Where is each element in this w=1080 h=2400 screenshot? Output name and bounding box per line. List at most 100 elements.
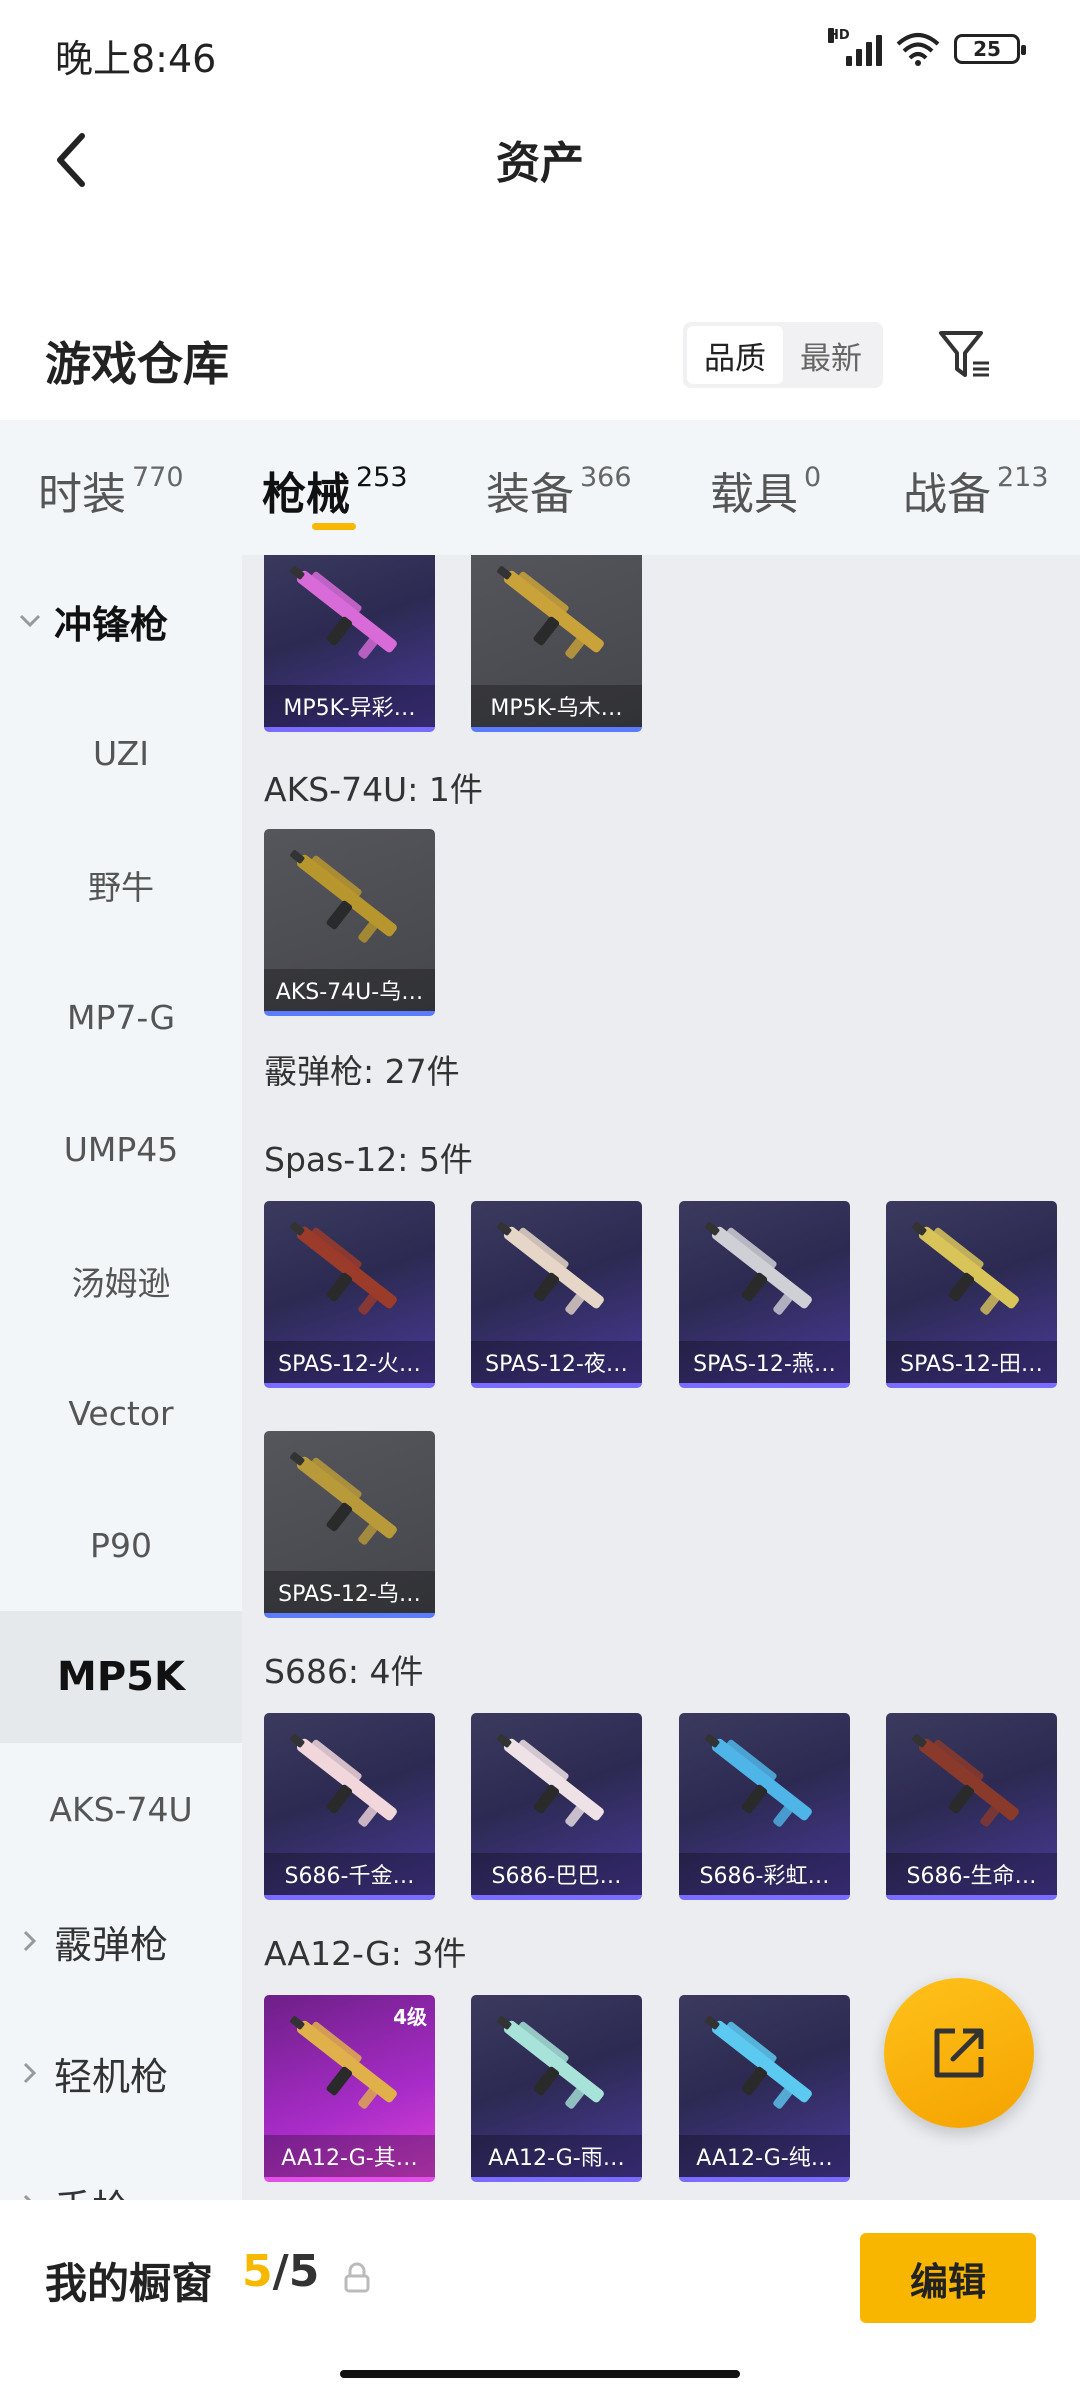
lock-icon	[344, 2262, 370, 2293]
group-title: 霰弹枪: 27件	[264, 1052, 460, 1091]
tab-count: 213	[997, 462, 1049, 493]
item-card[interactable]: SPAS-12-燕…	[679, 1201, 850, 1388]
item-grid: MP5K-异彩… MP5K-乌木… AKS-74U: 1件 AKS-74U-乌……	[242, 555, 1080, 2200]
weapon-image	[705, 2016, 812, 2109]
item-label: S686-彩虹…	[679, 1853, 850, 1895]
sidebar-item-thompson[interactable]: 汤姆逊	[0, 1215, 242, 1347]
item-label: SPAS-12-火…	[264, 1341, 435, 1383]
tab-fashion[interactable]: 时装 770	[38, 458, 184, 522]
page-title: 资产	[496, 138, 584, 189]
showcase-label: 我的橱窗	[45, 2259, 214, 2308]
sidebar-group-label: 霰弹枪	[54, 1922, 169, 1967]
weapon-image	[497, 566, 604, 659]
tab-label: 战备	[903, 469, 991, 520]
sort-toggle: 品质 最新	[683, 322, 883, 388]
item-label: MP5K-乌木…	[471, 685, 642, 727]
sidebar-item-mp5k[interactable]: MP5K	[0, 1611, 242, 1743]
status-bar: 晚上8:46 HD 25	[0, 0, 1080, 105]
sort-quality-button[interactable]: 品质	[687, 326, 783, 384]
tab-vehicles[interactable]: 载具 0	[710, 458, 821, 522]
home-indicator	[340, 2370, 740, 2378]
item-card[interactable]: SPAS-12-乌…	[264, 1431, 435, 1618]
item-card[interactable]: S686-生命…	[886, 1713, 1057, 1900]
item-card[interactable]: SPAS-12-田…	[886, 1201, 1057, 1388]
sidebar-item-vector[interactable]: Vector	[0, 1347, 242, 1479]
tab-label: 装备	[486, 469, 574, 520]
tab-guns[interactable]: 枪械 253	[262, 458, 408, 522]
item-label: SPAS-12-乌…	[264, 1571, 435, 1613]
item-label: AKS-74U-乌…	[264, 969, 435, 1011]
sidebar-group-smg[interactable]: 冲锋枪	[0, 555, 242, 687]
showcase-current: 5	[242, 2246, 273, 2297]
sidebar-group-label: 轻机枪	[54, 2054, 169, 2099]
tab-label: 枪械	[262, 469, 350, 520]
tab-indicator	[312, 523, 356, 530]
sidebar-item-p90[interactable]: P90	[0, 1479, 242, 1611]
status-icons: HD 25	[828, 28, 1026, 66]
sidebar-group-label: 手枪	[54, 2178, 130, 2201]
level-badge: 4级	[393, 2005, 427, 2029]
tab-supplies[interactable]: 战备 213	[903, 458, 1049, 522]
weapon-image	[705, 1734, 812, 1827]
battery-level: 25	[973, 37, 1001, 61]
share-button[interactable]	[884, 1978, 1034, 2128]
tab-count: 366	[580, 462, 632, 493]
sidebar-group-pistol[interactable]: 手枪	[0, 2139, 242, 2200]
item-label: S686-千金…	[264, 1853, 435, 1895]
weapon-image	[497, 1734, 604, 1827]
weapon-image	[290, 566, 397, 659]
sidebar-item-mp7g[interactable]: MP7-G	[0, 951, 242, 1083]
item-card[interactable]: 4级 AA12-G-其…	[264, 1995, 435, 2182]
warehouse-title: 游戏仓库	[45, 337, 229, 391]
item-card[interactable]: AA12-G-纯…	[679, 1995, 850, 2182]
item-label: SPAS-12-夜…	[471, 1341, 642, 1383]
showcase-bar: 我的橱窗 5/5 编辑	[0, 2200, 1080, 2400]
item-card[interactable]: AA12-G-雨…	[471, 1995, 642, 2182]
sidebar-item-uzi[interactable]: UZI	[0, 687, 242, 819]
item-label: SPAS-12-田…	[886, 1341, 1057, 1383]
edit-button[interactable]: 编辑	[860, 2233, 1036, 2323]
item-card[interactable]: AKS-74U-乌…	[264, 829, 435, 1016]
item-card[interactable]: MP5K-乌木…	[471, 555, 642, 732]
item-label: AA12-G-其…	[264, 2135, 435, 2177]
chevron-right-icon	[18, 2061, 42, 2085]
weapon-image	[290, 850, 397, 943]
sidebar-item-aks74u[interactable]: AKS-74U	[0, 1743, 242, 1875]
weapon-image	[705, 1222, 812, 1315]
tab-count: 770	[132, 462, 184, 493]
sidebar-item-ump45[interactable]: UMP45	[0, 1083, 242, 1215]
item-card[interactable]: S686-千金…	[264, 1713, 435, 1900]
tab-equipment[interactable]: 装备 366	[486, 458, 632, 522]
item-card[interactable]: SPAS-12-火…	[264, 1201, 435, 1388]
sidebar-group-label: 冲锋枪	[54, 602, 169, 647]
weapon-image	[912, 1734, 1019, 1827]
sidebar-group-shotgun[interactable]: 霰弹枪	[0, 1875, 242, 2007]
sidebar-item-bizon[interactable]: 野牛	[0, 819, 242, 951]
filter-icon	[939, 331, 989, 377]
tab-label: 载具	[710, 469, 798, 520]
weapon-sidebar: 冲锋枪 UZI 野牛 MP7-G UMP45 汤姆逊 Vector P90 MP…	[0, 555, 242, 2200]
chevron-down-icon	[18, 609, 42, 633]
item-card[interactable]: SPAS-12-夜…	[471, 1201, 642, 1388]
filter-button[interactable]	[930, 322, 1000, 388]
weapon-image	[290, 1734, 397, 1827]
share-icon	[934, 2028, 984, 2078]
chevron-right-icon	[18, 2193, 42, 2200]
item-card[interactable]: S686-彩虹…	[679, 1713, 850, 1900]
battery-icon: 25	[954, 34, 1026, 64]
group-title: AKS-74U: 1件	[264, 770, 483, 809]
weapon-image	[497, 2016, 604, 2109]
item-label: S686-生命…	[886, 1853, 1057, 1895]
item-card[interactable]: S686-巴巴…	[471, 1713, 642, 1900]
weapon-image	[912, 1222, 1019, 1315]
sidebar-group-lmg[interactable]: 轻机枪	[0, 2007, 242, 2139]
item-card[interactable]: MP5K-异彩…	[264, 555, 435, 732]
item-label: AA12-G-雨…	[471, 2135, 642, 2177]
tab-count: 253	[356, 462, 408, 493]
weapon-image	[290, 1222, 397, 1315]
item-label: AA12-G-纯…	[679, 2135, 850, 2177]
category-tabs: 时装 770 枪械 253 装备 366 载具 0 战备 213	[0, 420, 1080, 555]
tab-count: 0	[804, 462, 822, 493]
sort-newest-button[interactable]: 最新	[783, 326, 879, 384]
tab-label: 时装	[38, 469, 126, 520]
